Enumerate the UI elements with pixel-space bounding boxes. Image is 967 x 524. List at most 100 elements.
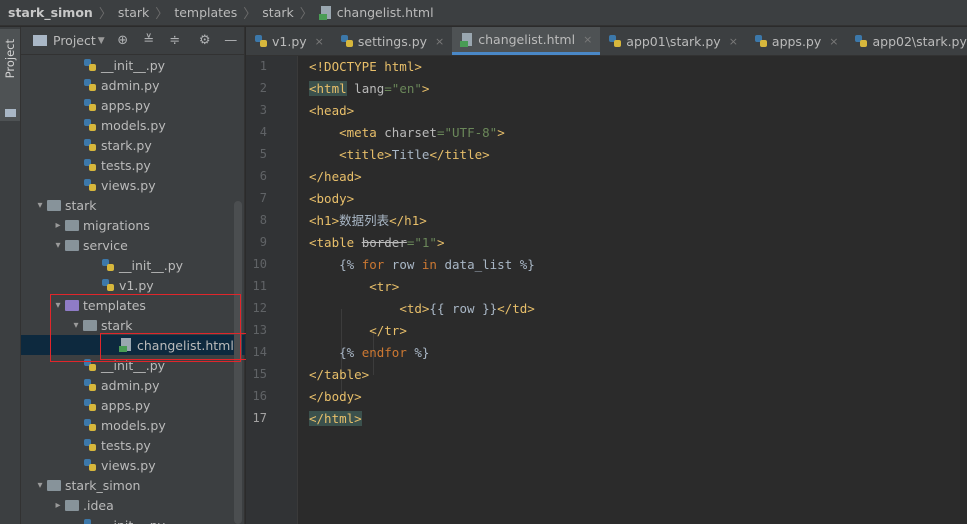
chevron-down-icon[interactable]: ▾ [33,480,47,491]
code-token: row [384,257,422,272]
template-folder-icon [65,299,79,311]
tree-file-row[interactable]: __init__.py [21,355,245,375]
breadcrumb-file[interactable]: changelist.html [337,5,434,20]
python-file-icon-part [260,40,267,47]
python-file-icon [101,278,115,292]
tree-item-label: .idea [83,497,114,513]
tree-file-row[interactable]: models.py [21,415,245,435]
chevron-right-icon[interactable]: ▸ [51,220,65,231]
tree-folder-row[interactable]: ▾ stark_simon [21,475,245,495]
python-file-icon-part [89,404,96,411]
python-file-icon-part [89,64,96,71]
chevron-down-icon[interactable]: ▾ [51,240,65,251]
tree-file-row[interactable]: admin.py [21,375,245,395]
code-editor[interactable]: <!DOCTYPE html> <html lang="en"> <head> <m… [299,56,967,524]
close-icon[interactable]: × [729,35,738,48]
code-token: data_list %} [436,257,535,272]
chevron-down-icon[interactable]: ▾ [69,320,83,331]
code-line: <head> [309,100,354,122]
line-number: 10 [252,257,267,271]
tree-folder-row[interactable]: ▸ migrations [21,215,245,235]
chevron-down-icon[interactable]: ▾ [51,300,65,311]
project-panel-header: Project ▼ ⊕ ≚ ≑ ⚙ — [21,27,244,55]
code-token: <body> [309,191,355,206]
tree-file-row[interactable]: views.py [21,175,245,195]
tree-file-row[interactable]: tests.py [21,155,245,175]
tree-folder-row[interactable]: ▸ .idea [21,495,245,515]
tree-item-label: views.py [101,457,156,473]
collapse-all-icon[interactable]: ≑ [167,33,183,49]
navigation-breadcrumb: stark_simon 〉 stark 〉 templates 〉 stark … [0,0,967,26]
minimize-icon[interactable]: — [223,33,239,49]
python-file-icon [340,34,354,48]
tree-file-row[interactable]: v1.py [21,275,245,295]
line-number: 6 [259,169,267,183]
tree-folder-row[interactable]: ▾ service [21,235,245,255]
editor-tab-label: app02\stark.py [872,33,967,49]
editor-tab[interactable]: apps.py × [746,27,847,55]
code-line: <body> [309,188,354,210]
tree-file-row[interactable]: tests.py [21,435,245,455]
close-icon[interactable]: × [435,35,444,48]
folder-icon [65,239,79,251]
breadcrumb-templates[interactable]: templates [174,5,237,20]
python-file-icon-part [614,40,622,47]
python-file-icon-part [89,444,96,451]
folder-icon [83,319,97,331]
python-file-icon [83,458,97,472]
python-file-icon [83,158,97,172]
editor-tab[interactable]: app02\stark.py× [846,27,967,55]
expand-all-icon[interactable]: ≚ [141,33,157,49]
caret-down-icon[interactable]: ▼ [98,36,105,46]
python-file-icon [101,258,115,272]
tree-file-row[interactable]: models.py [21,115,245,135]
tree-scrollbar[interactable] [234,201,242,524]
tree-file-row[interactable]: stark.py [21,135,245,155]
tree-file-row[interactable]: apps.py [21,95,245,115]
tree-item-label: models.py [101,417,166,433]
editor-tab[interactable]: app01\stark.py × [600,27,746,55]
project-panel: Project ▼ ⊕ ≚ ≑ ⚙ — __init__.py admin.py a… [21,27,245,524]
locate-icon[interactable]: ⊕ [115,33,131,49]
editor-tab[interactable]: changelist.html × [452,27,601,55]
tree-file-row[interactable]: __init__.py [21,255,245,275]
tree-file-row[interactable]: __init__.py [21,55,245,75]
code-token: {{ row }} [429,301,498,316]
gear-icon[interactable]: ⚙ [197,33,213,49]
editor-tab-bar: v1.py × settings.py × changelist.html × app01\… [246,27,967,56]
project-tool-tab[interactable]: Project [0,29,20,121]
tree-file-row[interactable]: __init__.py [21,515,245,524]
breadcrumb-stark[interactable]: stark [118,5,149,20]
tree-folder-row[interactable]: ▾ templates [21,295,245,315]
chevron-right-icon[interactable]: ▸ [51,500,65,511]
python-file-icon-part [345,40,353,47]
project-view-selector[interactable]: Project [53,33,96,48]
chevron-down-icon[interactable]: ▾ [33,200,47,211]
code-line: {% for row in data_list %} [309,254,535,276]
close-icon[interactable]: × [583,33,592,46]
tree-file-row[interactable]: views.py [21,455,245,475]
tree-folder-row[interactable]: ▾ stark [21,315,245,335]
tree-item-label: apps.py [101,397,151,413]
code-token: lang [346,81,385,96]
tree-file-row[interactable]: apps.py [21,395,245,415]
code-line: <tr> [309,276,399,298]
project-tree: __init__.py admin.py apps.py models.py stark… [21,55,245,524]
code-token: in [421,257,437,272]
tree-folder-row[interactable]: ▾ stark [21,195,245,215]
line-number: 17 [252,411,267,425]
tree-item-label: templates [83,297,146,313]
editor-tab[interactable]: v1.py × [246,27,332,55]
close-icon[interactable]: × [829,35,838,48]
editor-tab[interactable]: settings.py × [332,27,452,55]
close-icon[interactable]: × [315,35,324,48]
breadcrumb-project[interactable]: stark_simon [8,5,93,20]
html-file-icon-part [460,40,469,47]
python-file-icon [83,518,97,524]
breadcrumb-stark-folder[interactable]: stark [262,5,293,20]
python-file-icon [854,34,868,48]
tree-file-row[interactable]: admin.py [21,75,245,95]
tree-file-row[interactable]: changelist.html [21,335,245,355]
